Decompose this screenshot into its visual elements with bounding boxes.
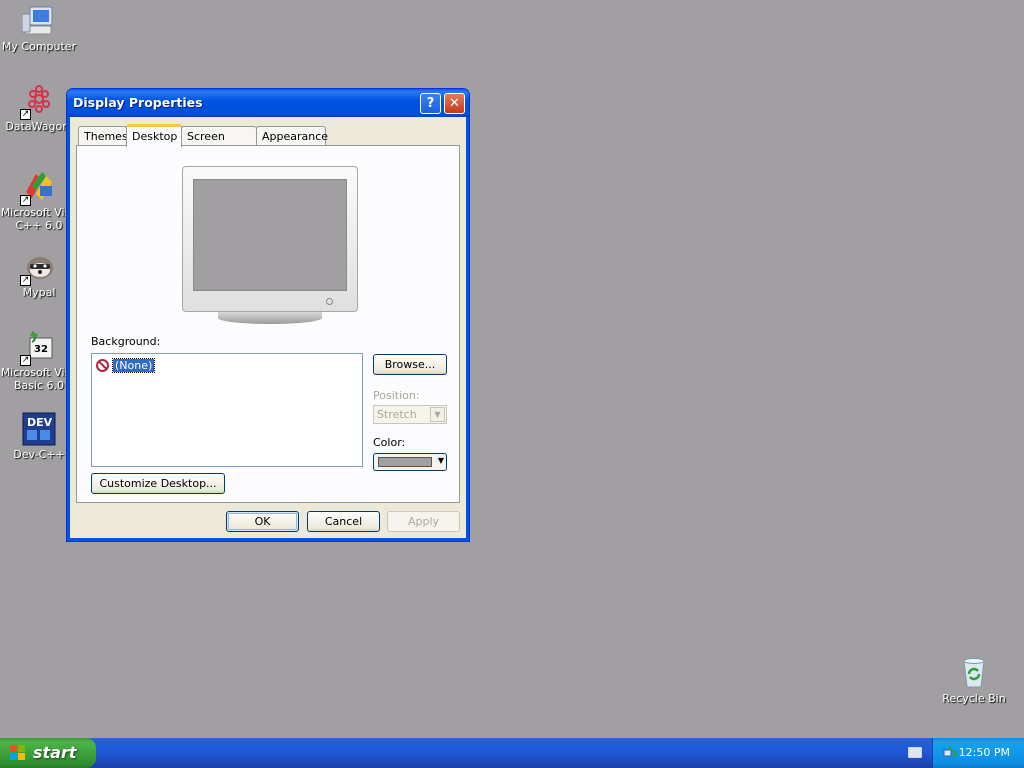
browse-button[interactable]: Browse... <box>373 354 447 375</box>
cancel-button[interactable]: Cancel <box>307 511 380 532</box>
dev-badge-text: DEV <box>27 416 53 429</box>
background-listbox[interactable]: (None) <box>91 353 363 467</box>
position-select[interactable]: Stretch ▼ <box>373 405 447 424</box>
dialog-client-area: Themes Desktop Screen Saver Appearance B… <box>71 117 465 537</box>
keyboard-icon[interactable] <box>908 747 922 758</box>
display-properties-window: Display Properties ? ✕ Themes Desktop Sc… <box>66 88 470 542</box>
list-item-label: (None) <box>111 357 156 373</box>
system-tray: 12:50 PM <box>932 738 1024 768</box>
datawagon-icon: ↗ <box>20 84 56 120</box>
monitor-preview <box>182 166 358 324</box>
start-button[interactable]: start <box>0 738 96 768</box>
tab-desktop[interactable]: Desktop <box>126 124 182 147</box>
visual-basic-icon: 32 ↗ <box>20 330 56 366</box>
position-label: Position: <box>373 389 420 402</box>
tab-appearance[interactable]: Appearance <box>256 126 328 146</box>
chevron-down-icon: ▼ <box>430 407 445 422</box>
window-title: Display Properties <box>73 95 203 110</box>
help-icon: ? <box>426 96 435 111</box>
ok-button[interactable]: OK <box>226 511 299 532</box>
monitor-stand <box>218 312 322 324</box>
visual-cpp-icon: ↗ <box>20 170 56 206</box>
windows-flag-icon <box>10 745 26 761</box>
title-bar[interactable]: Display Properties ? ✕ <box>67 89 469 117</box>
shortcut-arrow-icon: ↗ <box>20 275 31 286</box>
none-icon <box>96 358 109 372</box>
tab-screen-saver[interactable]: Screen Saver <box>181 126 257 156</box>
position-value: Stretch <box>377 408 417 421</box>
dev-cpp-icon: DEV <box>22 412 56 446</box>
monitor-screen-preview <box>193 179 347 291</box>
mypal-icon: ↗ <box>20 250 56 286</box>
start-label: start <box>33 743 77 762</box>
desktop-icon-label: Recycle Bin <box>942 692 1006 705</box>
color-picker-button[interactable]: ▼ <box>373 453 447 471</box>
power-led-icon <box>326 298 333 305</box>
close-icon: ✕ <box>449 96 460 111</box>
color-label: Color: <box>373 436 406 449</box>
desktop-icon-recycle-bin[interactable]: Recycle Bin <box>934 656 1014 705</box>
desktop-icon-my-computer[interactable]: My Computer <box>0 4 79 53</box>
apply-button[interactable]: Apply <box>387 511 460 532</box>
close-button[interactable]: ✕ <box>444 93 465 114</box>
help-button[interactable]: ? <box>420 93 441 114</box>
dropdown-arrow-icon: ▼ <box>437 456 444 465</box>
monitor-bezel <box>182 166 358 312</box>
list-item-none[interactable]: (None) <box>96 357 156 373</box>
svg-text:32: 32 <box>34 344 48 355</box>
clock[interactable]: 12:50 PM <box>959 746 1010 759</box>
shortcut-arrow-icon: ↗ <box>20 109 31 120</box>
background-label: Background: <box>91 335 161 348</box>
color-swatch <box>378 457 432 467</box>
network-icon[interactable] <box>943 746 958 760</box>
shortcut-arrow-icon: ↗ <box>20 355 31 366</box>
shortcut-arrow-icon: ↗ <box>20 195 31 206</box>
my-computer-icon <box>21 4 56 38</box>
recycle-bin-icon <box>957 656 991 690</box>
customize-desktop-button[interactable]: Customize Desktop... <box>91 473 225 494</box>
desktop-icon-label: My Computer <box>1 40 77 53</box>
desktop-tab-page: Background: (None) Browse... Position: S… <box>76 145 460 503</box>
tab-themes[interactable]: Themes <box>78 126 128 146</box>
taskbar: start 12:50 PM <box>0 738 1024 768</box>
